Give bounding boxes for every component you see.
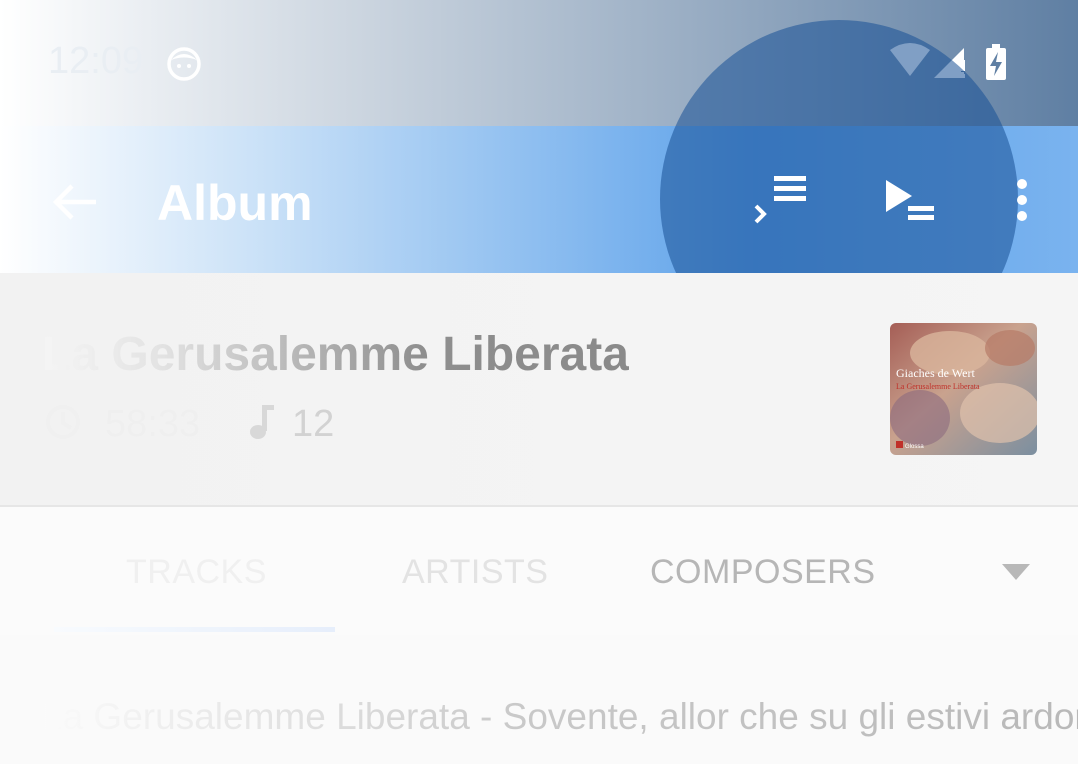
- tab-indicator: [54, 627, 335, 632]
- album-cover[interactable]: Giaches de Wert La Gerusalemme Liberata …: [890, 323, 1037, 455]
- album-track-count: 12: [292, 403, 335, 445]
- cover-label-text: Glossa: [905, 444, 924, 450]
- cover-title-text: La Gerusalemme Liberata: [896, 382, 980, 391]
- music-note-icon: [250, 405, 274, 439]
- tab-artists[interactable]: ARTISTS: [402, 553, 548, 592]
- track-title: La Gerusalemme Liberata - Sovente, allor…: [42, 696, 1078, 738]
- clock-icon: [46, 405, 80, 439]
- status-time: 12:09: [48, 40, 144, 82]
- album-header: La Gerusalemme Liberata 58:33 12 Giaches…: [0, 273, 1078, 507]
- battery-charging-icon: [986, 44, 1006, 80]
- more-vert-icon[interactable]: [1010, 178, 1034, 224]
- add-to-queue-icon[interactable]: [752, 174, 810, 226]
- cover-artist-text: Giaches de Wert: [896, 366, 975, 380]
- notification-face-icon: [167, 47, 201, 81]
- tab-composers[interactable]: COMPOSERS: [650, 553, 876, 592]
- tab-bar: TRACKS ARTISTS COMPOSERS: [0, 507, 1078, 635]
- album-duration: 58:33: [105, 403, 201, 445]
- album-title: La Gerusalemme Liberata: [42, 328, 629, 381]
- page-title: Album: [157, 175, 313, 231]
- tab-tracks[interactable]: TRACKS: [126, 553, 267, 592]
- arrow-back-icon[interactable]: [50, 182, 98, 222]
- play-queue-icon[interactable]: [884, 178, 936, 222]
- list-item[interactable]: La Gerusalemme Liberata - Sovente, allor…: [0, 680, 1078, 764]
- dropdown-arrow-icon[interactable]: [1002, 564, 1030, 580]
